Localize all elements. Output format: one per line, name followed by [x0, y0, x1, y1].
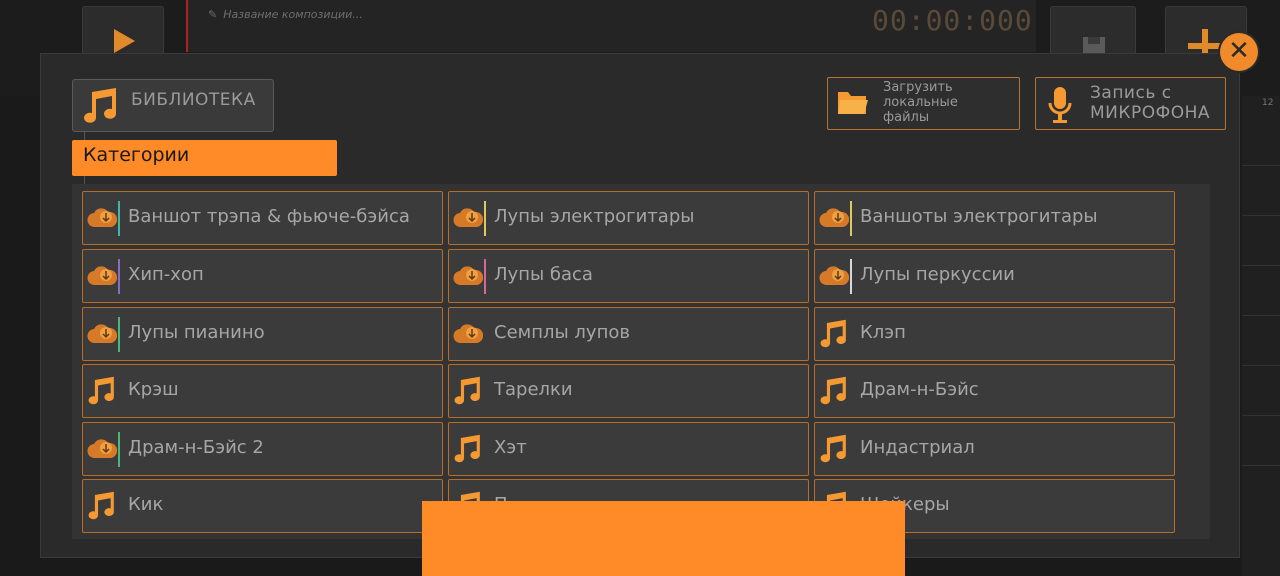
category-tile[interactable]: Тарелки	[448, 364, 809, 418]
play-icon	[114, 29, 135, 53]
composition-title-area[interactable]: ✎ Название композиции... 00:00:000	[186, 0, 1036, 52]
load-local-files-label: Загрузить локальные файлы	[883, 80, 958, 125]
category-tile[interactable]: Лупы перкуссии	[814, 249, 1175, 303]
category-label: Кик	[128, 494, 164, 515]
category-tile[interactable]: Драм-н-Бэйс	[814, 364, 1175, 418]
lane-divider	[1242, 415, 1280, 416]
music-note-icon	[818, 375, 850, 407]
category-label: Ваншот трэпа & фьюче-бэйса	[128, 206, 410, 227]
microphone-icon	[1046, 85, 1074, 129]
music-note-icon	[86, 490, 118, 522]
lane-divider	[1242, 315, 1280, 316]
category-tile[interactable]: Клэп	[814, 307, 1175, 361]
cloud-download-icon	[452, 318, 484, 350]
category-label: Лупы электрогитары	[494, 206, 695, 227]
category-accent-bar	[118, 317, 120, 352]
category-tile[interactable]: Индастриал	[814, 422, 1175, 476]
category-label: Ваншоты электрогитары	[860, 206, 1098, 227]
category-tile[interactable]: Хип-хоп	[82, 249, 443, 303]
category-accent-bar	[484, 201, 486, 236]
category-accent-bar	[118, 489, 120, 524]
category-accent-bar	[850, 374, 852, 409]
music-note-icon	[818, 433, 850, 465]
lane-divider	[1242, 165, 1280, 166]
composition-title-field[interactable]: ✎ Название композиции...	[208, 8, 363, 21]
music-note-icon	[452, 375, 484, 407]
categories-header[interactable]: Категории	[72, 140, 337, 176]
lane-divider	[1242, 265, 1280, 266]
category-label: Хип-хоп	[128, 264, 204, 285]
category-label: Тарелки	[494, 379, 573, 400]
category-accent-bar	[484, 259, 486, 294]
category-label: Драм-н-Бэйс 2	[128, 437, 264, 458]
category-label: Драм-н-Бэйс	[860, 379, 979, 400]
category-label: Крэш	[128, 379, 179, 400]
category-accent-bar	[118, 374, 120, 409]
cloud-download-icon	[86, 202, 118, 234]
category-tile[interactable]: Лупы баса	[448, 249, 809, 303]
category-tile[interactable]: Хэт	[448, 422, 809, 476]
cloud-download-icon	[86, 433, 118, 465]
category-tile[interactable]: Ваншот трэпа & фьюче-бэйса	[82, 191, 443, 245]
category-tile[interactable]: Лупы электрогитары	[448, 191, 809, 245]
category-accent-bar	[850, 317, 852, 352]
category-accent-bar	[118, 259, 120, 294]
category-accent-bar	[484, 374, 486, 409]
category-accent-bar	[850, 201, 852, 236]
category-label: Лупы перкуссии	[860, 264, 1015, 285]
folder-icon	[836, 88, 870, 122]
category-tile[interactable]: Семплы лупов	[448, 307, 809, 361]
categories-grid: Ваншот трэпа & фьюче-бэйса Лупы электроги…	[72, 184, 1210, 539]
category-accent-bar	[850, 432, 852, 467]
close-icon: ✕	[1228, 36, 1250, 66]
cloud-download-icon	[452, 202, 484, 234]
library-label: БИБЛИОТЕКА	[131, 90, 256, 110]
category-tile[interactable]: Кик	[82, 479, 443, 533]
category-label: Лупы пианино	[128, 322, 265, 343]
music-note-icon	[86, 375, 118, 407]
category-tile[interactable]: Крэш	[82, 364, 443, 418]
music-note-icon	[818, 318, 850, 350]
music-note-icon	[81, 86, 121, 126]
timer: 00:00:000	[872, 4, 1033, 37]
category-tile[interactable]: Ваншоты электрогитары	[814, 191, 1175, 245]
category-label: Индастриал	[860, 437, 975, 458]
load-local-files-button[interactable]: Загрузить локальные файлы	[827, 77, 1020, 130]
category-label: Лупы баса	[494, 264, 593, 285]
track-lanes	[1242, 96, 1280, 576]
category-accent-bar	[484, 432, 486, 467]
cloud-download-icon	[86, 318, 118, 350]
library-button[interactable]: БИБЛИОТЕКА	[72, 79, 274, 132]
categories-title: Категории	[83, 144, 190, 166]
close-button[interactable]: ✕	[1220, 33, 1258, 71]
category-label: Семплы лупов	[494, 322, 630, 343]
cloud-download-icon	[818, 202, 850, 234]
pencil-icon: ✎	[208, 8, 218, 21]
lane-divider	[1242, 215, 1280, 216]
cloud-download-icon	[452, 260, 484, 292]
cloud-download-icon	[818, 260, 850, 292]
lane-divider	[1242, 365, 1280, 366]
cloud-download-icon	[86, 260, 118, 292]
category-label: Клэп	[860, 322, 906, 343]
category-accent-bar	[850, 259, 852, 294]
ruler-label: 12	[1262, 98, 1274, 108]
composition-placeholder: Название композиции...	[223, 8, 363, 21]
library-dialog: БИБЛИОТЕКА Категории Загрузить локальные…	[40, 53, 1240, 558]
category-accent-bar	[118, 432, 120, 467]
orange-overlay	[422, 501, 905, 576]
category-label: Хэт	[494, 437, 527, 458]
category-tile[interactable]: Драм-н-Бэйс 2	[82, 422, 443, 476]
category-accent-bar	[484, 317, 486, 352]
record-microphone-button[interactable]: Запись с МИКРОФОНА	[1035, 77, 1226, 130]
music-note-icon	[452, 433, 484, 465]
lane-divider	[1242, 465, 1280, 466]
category-accent-bar	[118, 201, 120, 236]
record-microphone-label: Запись с МИКРОФОНА	[1090, 83, 1211, 123]
category-tile[interactable]: Лупы пианино	[82, 307, 443, 361]
